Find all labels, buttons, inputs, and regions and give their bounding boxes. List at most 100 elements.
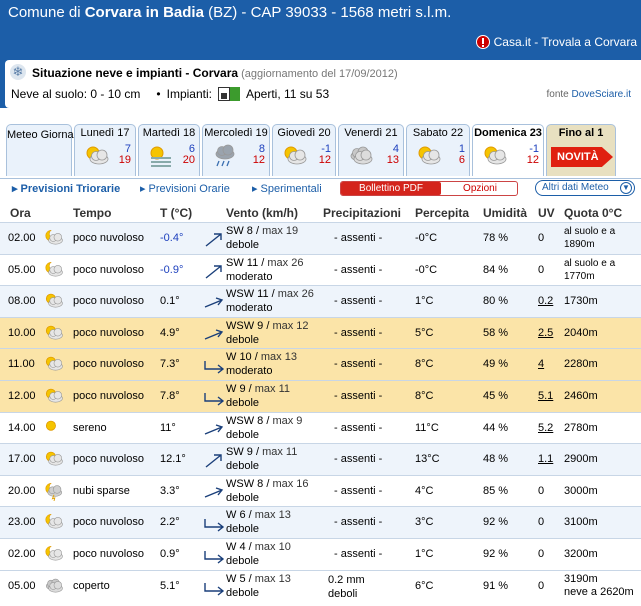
day-tab-1[interactable]: Lunedì 17 7 19 [74, 124, 136, 176]
day-max-temp: 6 [458, 154, 465, 166]
wind-arrow-icon [203, 419, 225, 439]
row-time: 23.00 [8, 516, 36, 529]
casa-link[interactable]: Casa.it - Trovala a Corvara [475, 35, 637, 49]
row-perceived: 11°C [415, 421, 439, 434]
row-temperature: 0.9° [160, 547, 180, 560]
row-freezing-level: 2040m [564, 326, 598, 339]
wind-gust: max 26 [267, 256, 304, 269]
row-humidity: 84 % [483, 263, 509, 276]
col-prec: Precipitazioni [323, 206, 402, 220]
source-link[interactable]: DoveSciare.it [572, 89, 631, 100]
wind-value: W 4 [226, 540, 246, 553]
row-condition: poco nuvoloso [73, 547, 144, 560]
row-freezing-level: 2900m [564, 453, 598, 466]
row-condition: poco nuvoloso [73, 389, 144, 402]
prec-intensity: deboli [328, 587, 358, 600]
day-tab-8[interactable]: Fino al 1 NOVITÀ [546, 124, 616, 176]
day-tab-2[interactable]: Martedì 18 6 20 [138, 124, 200, 176]
wind-value: W 10 [226, 351, 252, 364]
row-uv: 5.1 [538, 389, 554, 402]
table-row: 14.00 sereno 11° WSW 8 / max 9 debole - assen… [0, 411, 641, 444]
table-row: 11.00 poco nuvoloso 7.3° W 10 / max 13 moder… [0, 348, 641, 380]
wind-gust: max 9 [272, 414, 303, 427]
night-cloudy-icon [42, 481, 66, 501]
row-humidity: 92 % [483, 547, 509, 560]
row-perceived: 8°C [415, 389, 434, 402]
wind-gust: max 19 [262, 225, 299, 237]
wind-value: WSW 8 [226, 414, 264, 427]
row-uv: 1.1 [538, 453, 554, 466]
row-wind-speed: SW 11 / max 26 [226, 257, 303, 269]
row-temperature: 5.1° [160, 579, 180, 592]
row-freezing-level: al suolo e a 1770m [564, 257, 615, 283]
row-humidity: 58 % [483, 326, 509, 339]
row-wind-speed: W 5 / max 13 [226, 573, 291, 585]
day-max-temp: 12 [318, 154, 331, 166]
wind-separator: / [245, 540, 255, 553]
wind-value: W 9 [226, 382, 246, 395]
tab-orarie[interactable]: Previsioni Orarie [140, 182, 230, 195]
novita-badge[interactable]: NOVITÀ [551, 147, 613, 167]
title-prefix: Comune di [8, 4, 85, 21]
row-perceived: 1°C [415, 547, 434, 560]
day-tab-6[interactable]: Sabato 22 1 6 [406, 124, 470, 176]
table-row: 17.00 poco nuvoloso 12.1° SW 9 / max 11 debo… [0, 443, 641, 475]
row-condition: nubi sparse [73, 484, 130, 497]
row-perceived: 5°C [415, 326, 434, 339]
day-tab-7[interactable]: Domenica 23 -1 12 [472, 124, 544, 176]
col-tempo: Tempo [73, 206, 112, 220]
row-freezing-level: 3000m [564, 484, 598, 497]
row-wind-strength: moderato [226, 302, 273, 315]
day-max-temp: 20 [182, 154, 195, 166]
day-tab-4[interactable]: Giovedì 20 -1 12 [272, 124, 336, 176]
row-temperature: -0.4° [160, 232, 184, 244]
row-freezing-level: 2280m [564, 358, 598, 371]
row-wind-speed: W 10 / max 13 [226, 351, 297, 363]
night-partly-cloudy-icon [42, 228, 66, 248]
opzioni-button[interactable]: Opzioni [443, 182, 517, 195]
wind-value: WSW 8 [226, 477, 264, 490]
row-time: 17.00 [8, 453, 36, 466]
lifts-value: Aperti, 11 su 53 [245, 87, 330, 101]
row-freezing-level: 3190m neve a 2620m [564, 573, 634, 599]
col-ora: Ora [10, 206, 31, 220]
wind-separator: / [268, 288, 278, 301]
partly-cloudy-icon [281, 143, 309, 169]
row-precipitation: - assenti - [334, 326, 383, 339]
tab-triorarie[interactable]: Previsioni Triorarie [12, 182, 121, 195]
row-precipitation: - assenti - [334, 232, 383, 244]
row-uv: 0 [538, 484, 545, 497]
fog-icon [147, 143, 175, 169]
day-tab-5[interactable]: Venerdì 21 4 13 [338, 124, 404, 176]
day-tab-3[interactable]: Mercoledì 19 8 12 [202, 124, 270, 176]
tab-sperimentali[interactable]: Sperimentali [252, 182, 322, 195]
lifts-label: Impianti: [166, 87, 212, 101]
wind-gust: max 12 [272, 319, 309, 332]
row-temperature: 2.2° [160, 516, 180, 529]
night-partly-cloudy-icon [42, 544, 66, 564]
row-freezing-level: 1730m [564, 295, 598, 308]
altri-label: Altri dati Meteo [542, 182, 609, 193]
main-content: Meteo Giornaliero Lunedì 17 7 19 Martedì 18 6… [0, 108, 641, 606]
day-tab-label: Domenica 23 [474, 127, 542, 139]
day-tab-0[interactable]: Meteo Giornaliero [6, 124, 94, 176]
wind-arrow-icon [203, 545, 225, 565]
wind-arrow-icon [203, 324, 225, 344]
row-condition: poco nuvoloso [73, 295, 144, 308]
row-wind-speed: SW 9 / max 11 [226, 446, 297, 458]
row-condition: poco nuvoloso [73, 232, 144, 244]
wind-gust: max 13 [254, 509, 291, 522]
alert-icon [475, 35, 490, 49]
source-prefix: fonte [546, 89, 572, 100]
row-wind-speed: W 6 / max 13 [226, 509, 291, 521]
wind-value: WSW 9 [226, 319, 264, 332]
partly-cloudy-icon [83, 143, 111, 169]
freezing-line1: al suolo e a [564, 257, 616, 269]
prec-amount: 0.2 mm [328, 573, 365, 586]
day-tabs: Meteo Giornaliero Lunedì 17 7 19 Martedì 18 6… [0, 124, 641, 178]
row-temperature: 0.1° [160, 295, 180, 308]
bollettino-pdf-button[interactable]: Bollettino PDF [341, 182, 441, 195]
altri-dati-button[interactable]: Altri dati Meteo ▼ [535, 180, 635, 196]
row-time: 05.00 [8, 579, 36, 592]
chevron-down-icon: ▼ [620, 182, 632, 194]
